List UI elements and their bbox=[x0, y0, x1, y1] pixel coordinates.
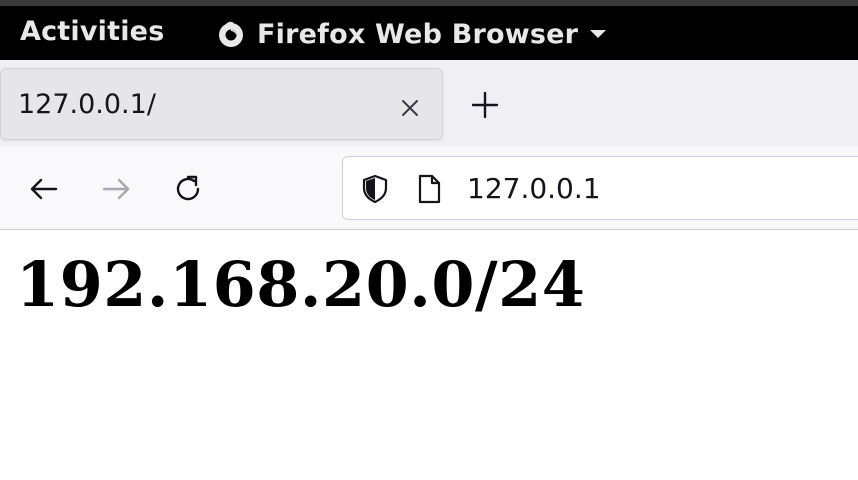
tab-active[interactable]: 127.0.0.1/ bbox=[0, 68, 443, 140]
plus-icon[interactable] bbox=[468, 88, 502, 122]
arrow-left-icon[interactable] bbox=[27, 172, 61, 206]
reload-icon[interactable] bbox=[171, 172, 205, 206]
page-heading: 192.168.20.0/24 bbox=[16, 248, 586, 321]
app-menu-label: Firefox Web Browser bbox=[257, 18, 579, 50]
shield-icon[interactable] bbox=[359, 173, 391, 205]
navigation-toolbar: 127.0.0.1 bbox=[0, 146, 858, 230]
tab-title: 127.0.0.1/ bbox=[18, 89, 156, 120]
tab-strip: 127.0.0.1/ bbox=[0, 60, 858, 146]
app-menu-button[interactable]: Firefox Web Browser bbox=[215, 16, 608, 52]
page-icon[interactable] bbox=[415, 173, 443, 205]
page-content: 192.168.20.0/24 bbox=[0, 230, 858, 480]
url-text[interactable]: 127.0.0.1 bbox=[467, 172, 601, 205]
caret-down-icon bbox=[588, 27, 608, 41]
gnome-top-bar: Activities Firefox Web Browser bbox=[0, 0, 858, 60]
url-bar[interactable]: 127.0.0.1 bbox=[342, 156, 858, 220]
firefox-icon bbox=[215, 18, 247, 50]
close-icon[interactable] bbox=[395, 93, 425, 123]
arrow-right-icon[interactable] bbox=[99, 172, 133, 206]
activities-button[interactable]: Activities bbox=[20, 16, 164, 47]
